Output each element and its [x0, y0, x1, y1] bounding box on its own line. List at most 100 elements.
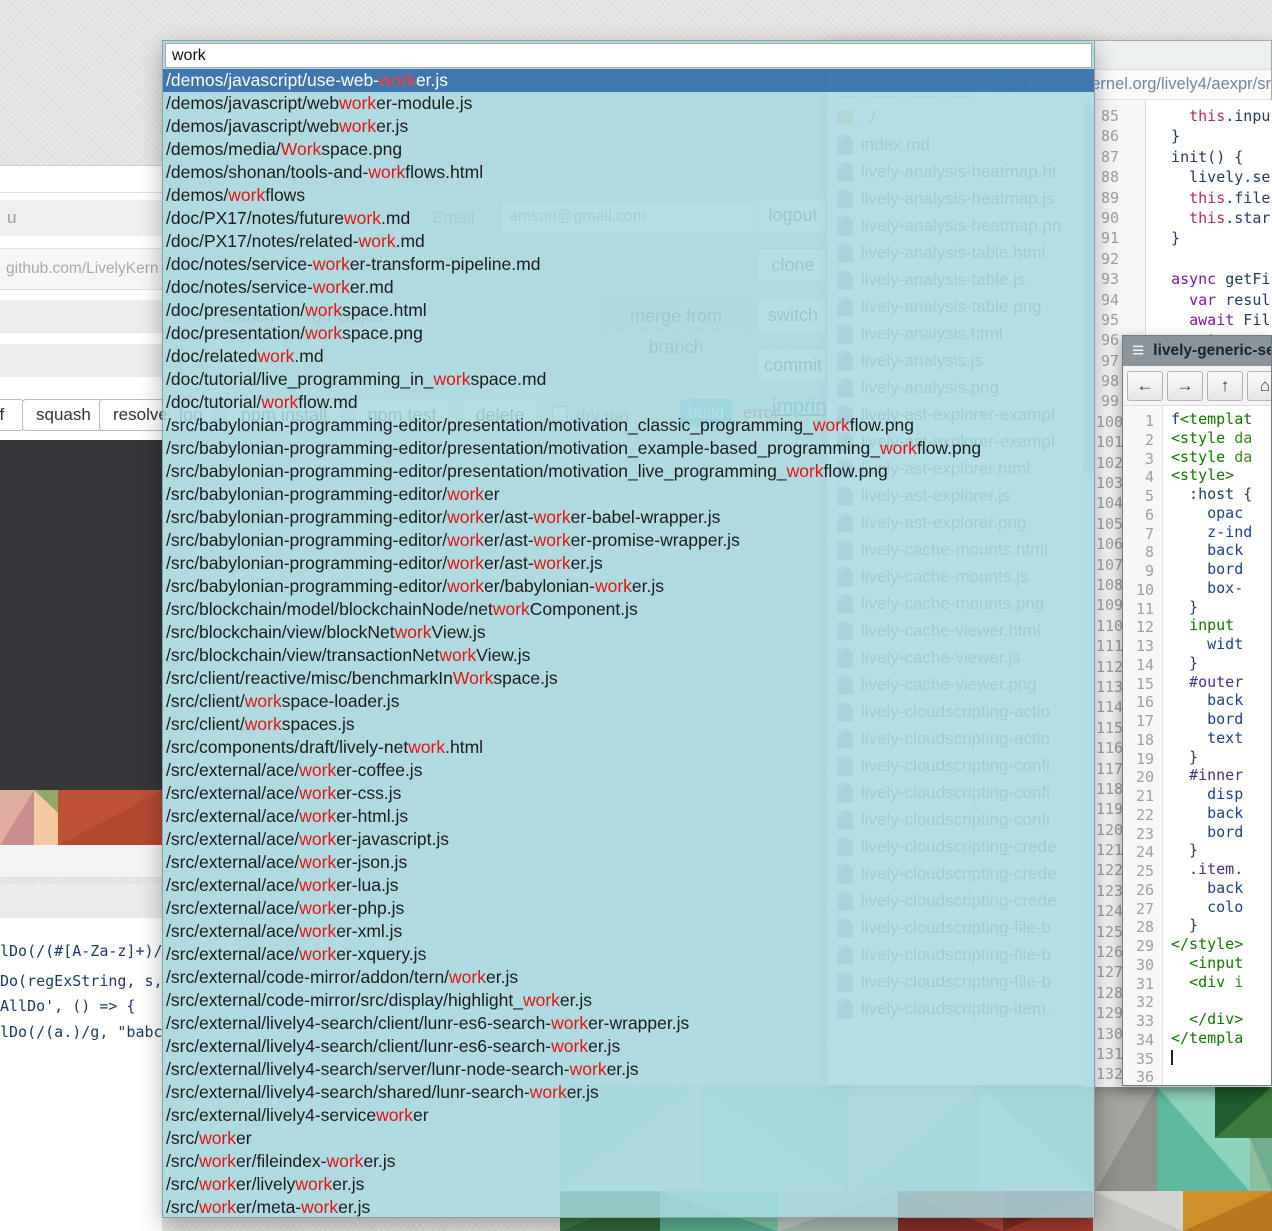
code-line — [1171, 1066, 1252, 1085]
line-number: 89 — [1096, 188, 1145, 208]
line-number: 23 — [1123, 825, 1162, 844]
left-field-2[interactable] — [0, 300, 162, 333]
search-result-row[interactable]: /src/client/reactive/misc/benchmarkInWor… — [163, 667, 1094, 690]
code-line: <div i — [1171, 973, 1252, 992]
search-result-row[interactable]: /src/external/ace/worker-coffee.js — [163, 759, 1094, 782]
search-result-row[interactable]: /src/worker/fileindex-worker.js — [163, 1150, 1094, 1173]
search-result-row[interactable]: /demos/workflows — [163, 184, 1094, 207]
code-editor[interactable]: 1234567891011121314151617181920212223242… — [1123, 406, 1272, 1086]
search-result-row[interactable]: /src/babylonian-programming-editor/worke… — [163, 506, 1094, 529]
search-result-row[interactable]: /src/external/ace/worker-lua.js — [163, 874, 1094, 897]
match-highlight: work — [299, 760, 336, 780]
search-result-row[interactable]: /src/external/ace/worker-json.js — [163, 851, 1094, 874]
code-line: widt — [1171, 635, 1252, 654]
match-highlight: work — [434, 369, 471, 389]
search-result-row[interactable]: /doc/presentation/workspace.png — [163, 322, 1094, 345]
code-fragment-line: Do(regExString, s, — [0, 972, 162, 996]
line-number: 94 — [1096, 290, 1145, 310]
code-fragment-line: AllDo', () => { — [0, 997, 162, 1021]
search-result-row[interactable]: /src/external/lively4-search/client/lunr… — [163, 1012, 1094, 1035]
search-result-row[interactable]: /src/babylonian-programming-editor/worke… — [163, 483, 1094, 506]
search-result-row[interactable]: /src/worker — [163, 1127, 1094, 1150]
divider — [0, 192, 162, 193]
repo-url-input[interactable]: github.com/LivelyKern — [0, 248, 162, 290]
search-result-row[interactable]: /src/external/lively4-search/client/lunr… — [163, 1035, 1094, 1058]
search-result-row[interactable]: /demos/javascript/webworker-module.js — [163, 92, 1094, 115]
match-highlight: work — [313, 277, 350, 297]
menu-icon[interactable]: ≡ — [1123, 341, 1153, 361]
search-result-row[interactable]: /doc/tutorial/live_programming_in_worksp… — [163, 368, 1094, 391]
search-result-row[interactable]: /doc/relatedwork.md — [163, 345, 1094, 368]
search-result-row[interactable]: /src/babylonian-programming-editor/worke… — [163, 529, 1094, 552]
mini-browser-titlebar[interactable]: ≡ lively-generic-search.js — [1123, 336, 1271, 366]
left-field-1[interactable]: u — [0, 200, 162, 236]
code-line: colo — [1171, 898, 1252, 917]
match-highlight: work — [880, 438, 917, 458]
match-highlight: work — [359, 231, 396, 251]
search-input[interactable] — [165, 43, 1092, 68]
search-result-row[interactable]: /src/external/lively4-search/shared/lunr… — [163, 1081, 1094, 1104]
code-line: } — [1171, 654, 1252, 673]
line-number: 35 — [1123, 1050, 1162, 1069]
search-result-row[interactable]: /src/worker/meta-worker.js — [163, 1196, 1094, 1219]
terminal-panel — [0, 440, 162, 790]
code-line: } — [1171, 598, 1252, 617]
search-result-row[interactable]: /src/external/ace/worker-php.js — [163, 897, 1094, 920]
search-result-row[interactable]: /src/external/ace/worker-xml.js — [163, 920, 1094, 943]
search-result-row[interactable]: /src/babylonian-programming-editor/prese… — [163, 414, 1094, 437]
search-result-row[interactable]: /src/babylonian-programming-editor/worke… — [163, 552, 1094, 575]
squash-button[interactable]: squash — [22, 399, 105, 431]
line-number: 2 — [1123, 431, 1162, 450]
search-result-row[interactable]: /src/client/workspace-loader.js — [163, 690, 1094, 713]
line-number: 3 — [1123, 450, 1162, 469]
search-result-row[interactable]: /src/external/ace/worker-html.js — [163, 805, 1094, 828]
line-number: 16 — [1123, 693, 1162, 712]
search-result-row[interactable]: /src/babylonian-programming-editor/worke… — [163, 575, 1094, 598]
search-result-row[interactable]: /doc/presentation/workspace.html — [163, 299, 1094, 322]
search-result-row[interactable]: /src/babylonian-programming-editor/prese… — [163, 460, 1094, 483]
search-result-row[interactable]: /src/worker/livelyworker.js — [163, 1173, 1094, 1196]
search-result-row[interactable]: /doc/notes/service-worker.md — [163, 276, 1094, 299]
code-line: var resul — [1153, 290, 1270, 310]
mosaic-triangle-tile — [1250, 1138, 1272, 1191]
left-field-1-text: u — [7, 208, 16, 227]
search-result-row[interactable]: /doc/notes/service-worker-transform-pipe… — [163, 253, 1094, 276]
search-result-row[interactable]: /demos/javascript/use-web-worker.js — [163, 69, 1094, 92]
search-result-row[interactable]: /doc/PX17/notes/related-work.md — [163, 230, 1094, 253]
match-highlight: work — [199, 1151, 236, 1171]
search-result-row[interactable]: /src/external/lively4-search/server/lunr… — [163, 1058, 1094, 1081]
search-result-row[interactable]: /demos/shonan/tools-and-workflows.html — [163, 161, 1094, 184]
search-result-row[interactable]: /src/external/code-mirror/addon/tern/wor… — [163, 966, 1094, 989]
search-result-row[interactable]: /src/external/ace/worker-css.js — [163, 782, 1094, 805]
search-result-row[interactable]: /demos/javascript/webworker.js — [163, 115, 1094, 138]
search-result-row[interactable]: /src/babylonian-programming-editor/prese… — [163, 437, 1094, 460]
match-highlight: work — [534, 507, 571, 527]
match-highlight: work — [228, 185, 265, 205]
search-result-row[interactable]: /src/external/ace/worker-xquery.js — [163, 943, 1094, 966]
search-result-row[interactable]: /src/blockchain/view/blockNetworkView.js — [163, 621, 1094, 644]
search-result-row[interactable]: /src/external/lively4-serviceworker — [163, 1104, 1094, 1127]
match-highlight: work — [301, 1197, 338, 1217]
diff-button[interactable]: diff — [0, 399, 24, 431]
home-button[interactable]: ⌂ — [1247, 371, 1272, 401]
match-highlight: work — [523, 990, 560, 1010]
search-result-row[interactable]: /doc/tutorial/workflow.md — [163, 391, 1094, 414]
match-highlight: work — [339, 93, 376, 113]
search-result-row[interactable]: /src/external/code-mirror/src/display/hi… — [163, 989, 1094, 1012]
mosaic-triangle-tile — [1095, 1086, 1157, 1191]
left-field-3[interactable] — [0, 344, 162, 377]
search-result-row[interactable]: /doc/PX17/notes/futurework.md — [163, 207, 1094, 230]
match-highlight: work — [447, 484, 484, 504]
code-area[interactable]: f<templat<style da<style da<style> :host… — [1171, 410, 1252, 1085]
search-result-row[interactable]: /src/external/ace/worker-javascript.js — [163, 828, 1094, 851]
line-number: 31 — [1123, 975, 1162, 994]
search-result-row[interactable]: /src/blockchain/view/transactionNetworkV… — [163, 644, 1094, 667]
forward-button[interactable]: → — [1167, 371, 1203, 401]
back-button[interactable]: ← — [1127, 371, 1163, 401]
repo-url-text: github.com/LivelyKern — [6, 260, 159, 277]
search-result-row[interactable]: /src/components/draft/lively-network.htm… — [163, 736, 1094, 759]
search-result-row[interactable]: /src/blockchain/model/blockchainNode/net… — [163, 598, 1094, 621]
search-result-row[interactable]: /src/client/workspaces.js — [163, 713, 1094, 736]
search-result-row[interactable]: /demos/media/Workspace.png — [163, 138, 1094, 161]
up-button[interactable]: ↑ — [1207, 371, 1243, 401]
